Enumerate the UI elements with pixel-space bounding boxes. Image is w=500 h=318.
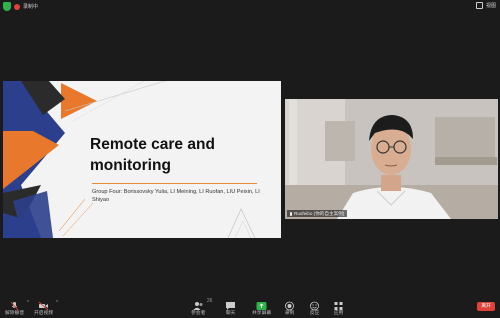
unmute-button[interactable]: 解除静音 ^ xyxy=(5,298,29,316)
recording-status-label: 录制中 xyxy=(23,4,39,10)
participant-name: Ruofeibo (你的自主案例) xyxy=(294,211,345,216)
record-icon xyxy=(284,298,295,311)
apps-grid-icon xyxy=(333,298,344,310)
participants-icon xyxy=(193,298,204,310)
view-grid-icon xyxy=(475,2,483,9)
chat-button[interactable]: 聊天 xyxy=(225,298,236,316)
participants-count: 26 xyxy=(206,298,213,304)
microphone-muted-icon xyxy=(9,298,20,311)
speaker-photo xyxy=(285,99,498,219)
top-bar: 录制中 视图 xyxy=(0,0,500,14)
recording-icon xyxy=(14,3,20,10)
participants-button[interactable]: 参会者 26 xyxy=(191,298,212,316)
speaker-video[interactable]: Ruofeibo (你的自主案例) xyxy=(285,99,498,219)
slide-subtitle: Group Four: Borissovsky Yulia, LI Meinin… xyxy=(92,189,260,203)
slide-title: Remote care and monitoring xyxy=(90,136,215,174)
slide-divider xyxy=(92,183,257,184)
view-button[interactable]: 视图 xyxy=(475,2,496,9)
reactions-button[interactable]: 反应 xyxy=(309,298,320,316)
chat-bubble-icon xyxy=(225,298,236,310)
share-screen-icon xyxy=(256,298,267,310)
apps-button[interactable]: 应用 xyxy=(333,298,344,316)
record-button[interactable]: 录制 xyxy=(284,298,295,316)
microphone-icon xyxy=(290,211,292,216)
participant-name-tag: Ruofeibo (你的自主案例) xyxy=(287,210,348,217)
audio-options-caret-icon[interactable]: ^ xyxy=(27,300,29,306)
leave-meeting-button[interactable]: 离开 xyxy=(477,302,495,311)
view-label: 视图 xyxy=(485,3,496,9)
security-shield-icon[interactable] xyxy=(3,2,11,11)
shared-screen-slide: Remote care and monitoring Group Four: B… xyxy=(3,81,281,238)
meeting-toolbar: 解除静音 ^ 开启视频 ^ 参会者 26 聊天 共享屏幕 录制 反应 应用 离开 xyxy=(0,296,500,318)
meeting-status[interactable]: 录制中 xyxy=(3,2,38,11)
start-video-button[interactable]: 开启视频 ^ xyxy=(34,298,58,316)
video-options-caret-icon[interactable]: ^ xyxy=(56,300,58,306)
video-camera-off-icon xyxy=(38,298,49,311)
smiley-icon xyxy=(309,298,320,311)
share-screen-button[interactable]: 共享屏幕 xyxy=(252,298,271,316)
